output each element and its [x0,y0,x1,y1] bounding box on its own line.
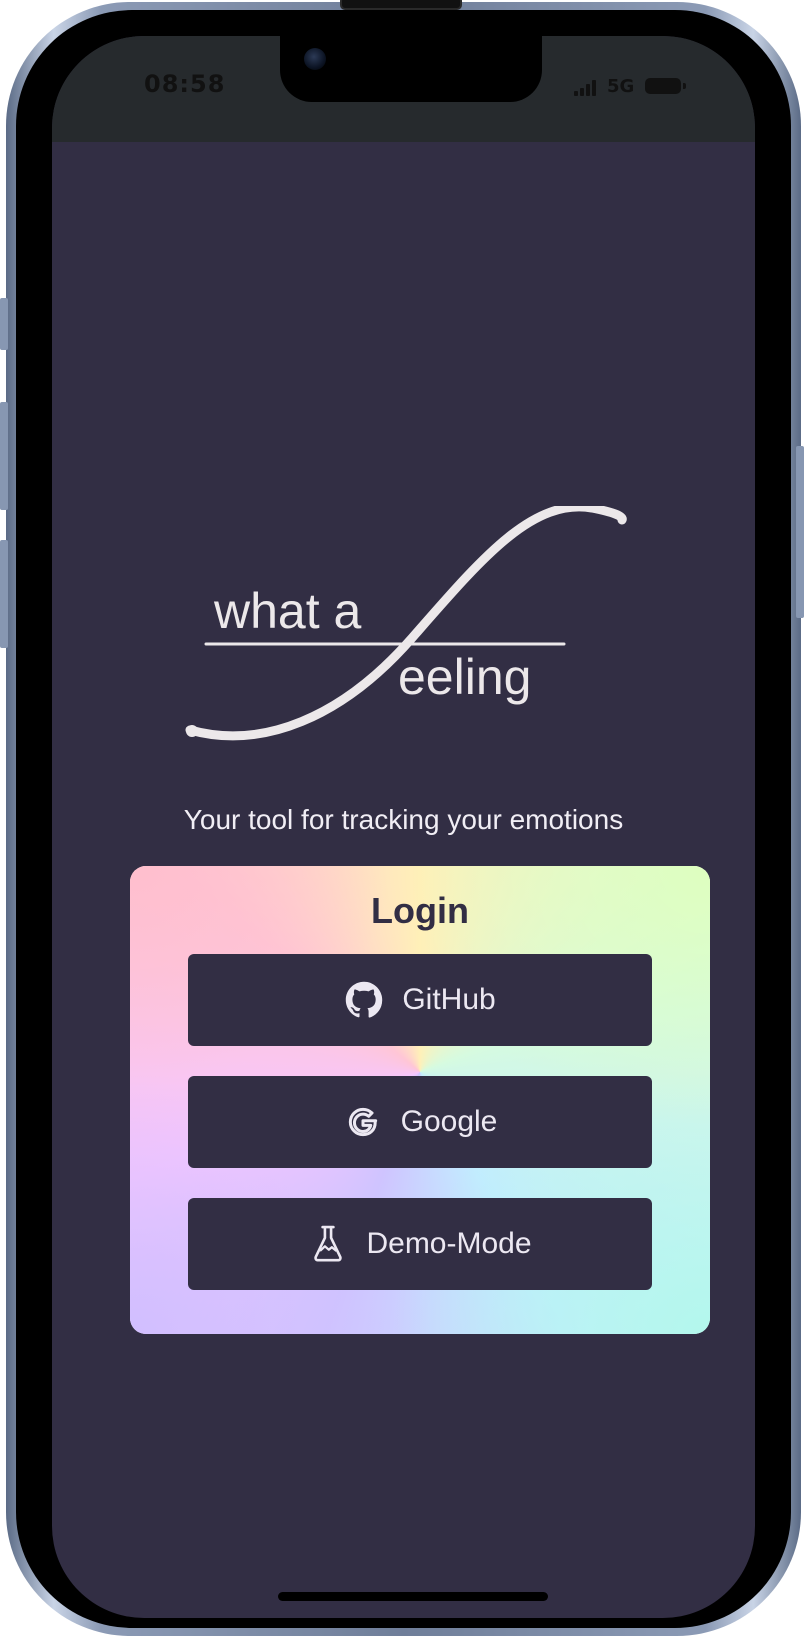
status-bar: 08:58 5G [52,36,755,142]
google-login-label: Google [400,1105,498,1138]
front-camera [304,48,326,70]
notch [280,36,542,102]
signal-strength-icon [574,80,600,96]
flask-icon [308,1224,348,1264]
power-button [796,446,804,618]
github-login-label: GitHub [402,983,496,1016]
tagline: Your tool for tracking your emotions [183,804,624,835]
github-login-button[interactable]: GitHub [188,954,652,1046]
battery-cap [683,83,686,89]
status-time: 08:58 [144,70,226,98]
phone-bezel: 08:58 5G what a eeling Your tool for tra… [16,0,791,1628]
github-icon [344,980,384,1020]
app-screen: 08:58 5G what a eeling Your tool for tra… [52,36,755,1618]
google-icon [343,1102,383,1142]
speaker-slot [340,0,462,10]
demo-mode-button[interactable]: Demo-Mode [188,1198,652,1290]
google-login-button[interactable]: Google [188,1076,652,1168]
home-indicator[interactable] [278,1592,548,1601]
silent-switch [0,298,8,350]
demo-mode-label: Demo-Mode [366,1227,532,1260]
app-logo: what a eeling [182,506,632,746]
login-card: Login GitHub Google Demo-Mode [130,866,710,1334]
logo-text-line2: eeling [398,649,532,705]
volume-down-button [0,540,8,648]
battery-icon [645,78,681,94]
network-type: 5G [607,76,635,97]
login-title: Login [371,890,469,931]
volume-up-button [0,402,8,510]
logo-text-line1: what a [214,583,362,639]
phone-frame: 08:58 5G what a eeling Your tool for tra… [0,0,804,1636]
